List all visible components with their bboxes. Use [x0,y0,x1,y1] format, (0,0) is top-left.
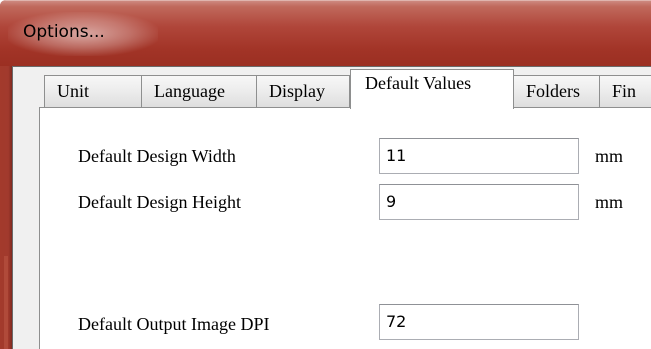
tab-display[interactable]: Display [256,75,350,107]
default-output-image-dpi-input[interactable]: 72 [379,304,579,340]
tab-unit[interactable]: Unit [44,75,142,107]
design-width-unit: mm [595,146,624,166]
default-design-width-label: Default Design Width [78,146,236,166]
title-bar[interactable]: Options... [0,0,651,66]
tab-language[interactable]: Language [141,75,257,107]
window-frame-left [0,66,12,349]
default-design-width-input[interactable]: 11 [379,138,579,174]
default-output-image-dpi-label: Default Output Image DPI [78,314,270,334]
tab-fin[interactable]: Fin [599,75,651,107]
dialog-client-area: Unit Language Display Folders Fin Defaul… [12,66,651,349]
default-values-panel: Default Design Width 11 mm Default Desig… [39,107,651,349]
tab-strip: Unit Language Display Folders Fin Defaul… [13,67,651,109]
design-height-unit: mm [595,192,624,212]
window-title: Options... [23,22,105,42]
default-design-height-input[interactable]: 9 [379,184,579,220]
tab-default-values[interactable]: Default Values [350,69,514,109]
tab-folders[interactable]: Folders [513,75,600,107]
options-window: Options... Unit Language Display Folders… [0,0,651,349]
default-design-height-label: Default Design Height [78,192,241,212]
